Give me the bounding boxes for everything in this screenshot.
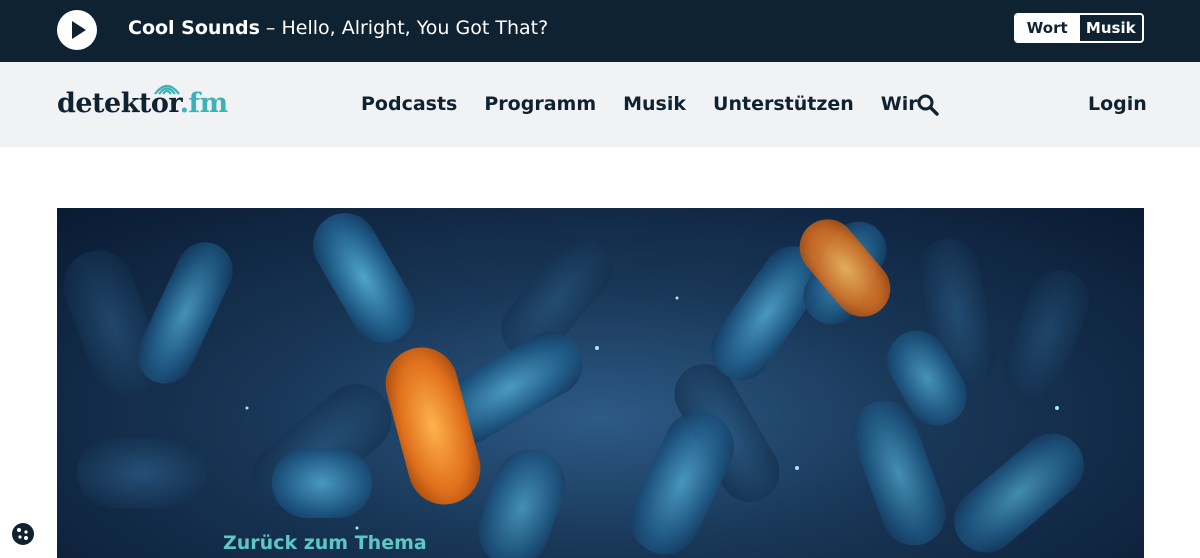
broadcast-waves-icon <box>154 84 180 95</box>
hero-image: Zurück zum Thema <box>57 208 1144 558</box>
search-icon <box>917 94 939 116</box>
nav-item-programm[interactable]: Programm <box>484 92 596 116</box>
nav-item-musik[interactable]: Musik <box>623 92 686 116</box>
cookie-icon <box>12 523 34 545</box>
back-to-topic-link[interactable]: Zurück zum Thema <box>223 532 427 554</box>
bacteria-illustration <box>63 213 1089 558</box>
login-link[interactable]: Login <box>1088 92 1147 116</box>
logo-fm: .fm <box>179 88 229 119</box>
play-button[interactable] <box>57 10 97 50</box>
toggle-wort[interactable]: Wort <box>1016 15 1079 41</box>
now-playing-separator: – <box>259 17 282 39</box>
logo-text: detektor.fm <box>57 88 228 119</box>
now-playing-artist: Cool Sounds <box>128 17 260 39</box>
nav-item-podcasts[interactable]: Podcasts <box>361 92 457 116</box>
nav-item-unterstuetzen[interactable]: Unterstützen <box>713 92 854 116</box>
cookie-settings-button[interactable] <box>8 519 38 549</box>
nav-menu: Podcasts Programm Musik Unterstützen Wir <box>361 92 945 116</box>
now-playing: Cool Sounds – Hello, Alright, You Got Th… <box>128 16 548 40</box>
search-button[interactable] <box>916 93 940 117</box>
toggle-musik[interactable]: Musik <box>1078 15 1142 41</box>
audio-player-bar: Cool Sounds – Hello, Alright, You Got Th… <box>0 0 1200 62</box>
play-icon <box>72 21 86 39</box>
main-navigation: detektor.fm Podcasts Programm Musik Unte… <box>0 62 1200 147</box>
nav-item-wir[interactable]: Wir <box>881 92 918 116</box>
now-playing-track: Hello, Alright, You Got That? <box>281 17 549 39</box>
channel-toggle: Wort Musik <box>1014 13 1144 43</box>
